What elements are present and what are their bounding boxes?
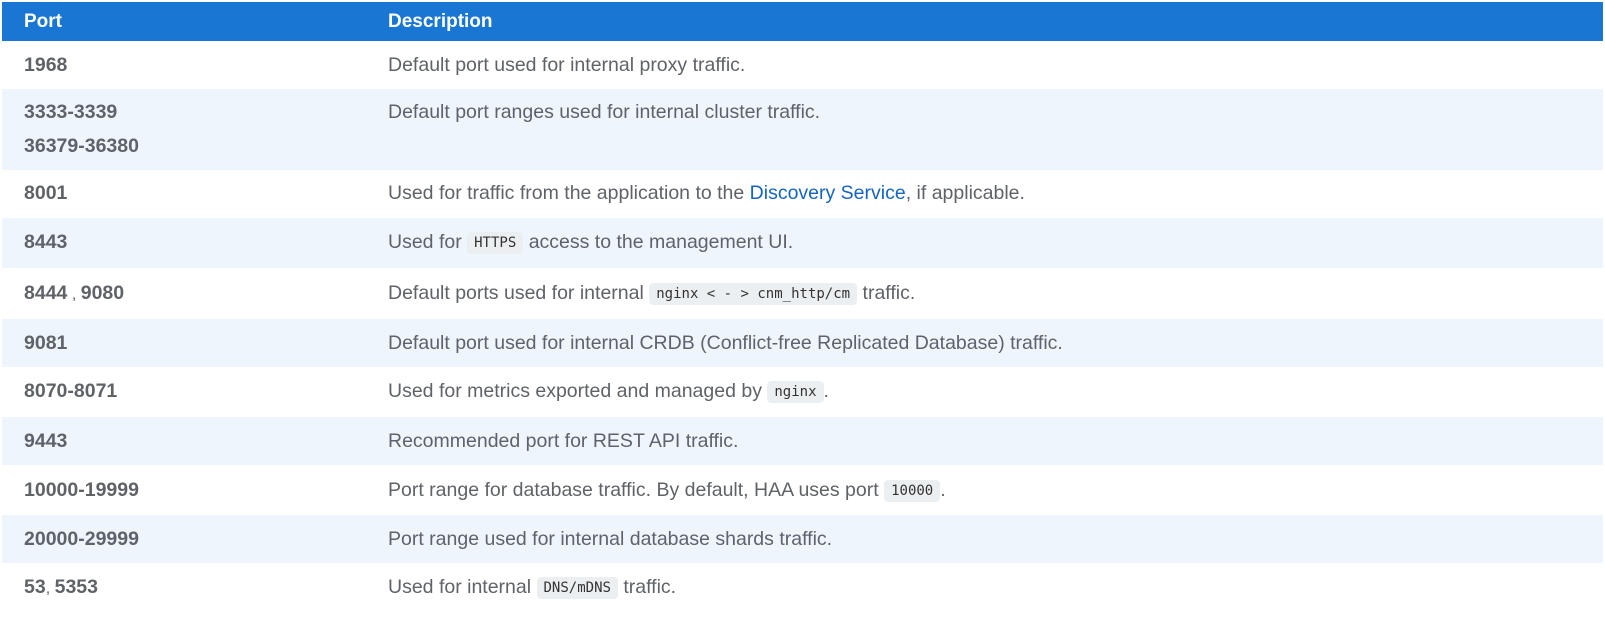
port-value: 8443 (24, 231, 68, 253)
table-row: 10000-19999 Port range for database traf… (2, 465, 1603, 515)
port-separator: , (67, 286, 81, 303)
table-row: 20000-29999 Port range used for internal… (2, 515, 1603, 563)
table-row: 1968 Default port used for internal prox… (2, 41, 1603, 89)
description-text: traffic. (617, 576, 677, 598)
inline-code: nginx (767, 381, 824, 403)
discovery-service-link[interactable]: Discovery Service (750, 182, 906, 204)
port-column-header: Port (2, 2, 366, 41)
port-value: 9080 (80, 282, 125, 304)
port-cell: 8001 (2, 170, 366, 218)
inline-code: DNS/mDNS (536, 577, 618, 599)
port-value: 3333-3339 (24, 101, 118, 123)
port-cell: 8070-8071 (2, 367, 366, 417)
port-value: 36379-36380 (24, 135, 139, 157)
port-value: 20000-29999 (24, 528, 139, 550)
description-text: Used for internal (388, 576, 537, 598)
port-value: 8070-8071 (24, 380, 118, 402)
port-value: 9443 (24, 430, 68, 452)
description-cell: Used for traffic from the application to… (366, 170, 1603, 218)
description-cell: Used for HTTPS access to the management … (366, 218, 1603, 268)
description-cell: Port range for database traffic. By defa… (366, 465, 1603, 515)
table-row: 8444 , 9080 Default ports used for inter… (2, 268, 1603, 319)
description-cell: Default ports used for internal nginx < … (366, 268, 1603, 319)
port-cell: 9081 (2, 319, 366, 367)
inline-code: nginx < - > cnm_http/cm (649, 283, 858, 305)
table-row: 8443 Used for HTTPS access to the manage… (2, 218, 1603, 268)
description-cell: Default port used for internal proxy tra… (366, 41, 1603, 89)
description-text: Used for (388, 231, 468, 253)
port-cell: 9443 (2, 417, 366, 465)
table-row: 9081 Default port used for internal CRDB… (2, 319, 1603, 367)
port-value: 8444 (24, 282, 68, 304)
description-text: Recommended port for REST API traffic. (388, 430, 739, 452)
description-cell: Default port ranges used for internal cl… (366, 89, 1603, 170)
ports-table-container: Port Description 1968 Default port used … (2, 2, 1603, 613)
description-text: Used for metrics exported and managed by (388, 380, 768, 402)
table-row: 8070-8071 Used for metrics exported and … (2, 367, 1603, 417)
description-text: , if applicable. (905, 182, 1025, 204)
header-row: Port Description (2, 2, 1603, 41)
description-cell: Used for metrics exported and managed by… (366, 367, 1603, 417)
port-cell: 1968 (2, 41, 366, 89)
port-value: 9081 (24, 332, 68, 354)
description-text: Default port used for internal proxy tra… (388, 54, 746, 76)
description-text: Default ports used for internal (388, 282, 650, 304)
description-text: Port range for database traffic. By defa… (388, 479, 885, 501)
port-value: 8001 (24, 182, 68, 204)
description-cell: Recommended port for REST API traffic. (366, 417, 1603, 465)
table-row: 9443 Recommended port for REST API traff… (2, 417, 1603, 465)
table-body: 1968 Default port used for internal prox… (2, 41, 1603, 613)
port-value: 53 (24, 576, 46, 598)
table-header: Port Description (2, 2, 1603, 41)
inline-code: 10000 (884, 480, 941, 502)
description-text: traffic. (857, 282, 916, 304)
port-cell: 8444 , 9080 (2, 268, 366, 319)
description-text: . (823, 380, 829, 402)
description-text: access to the management UI. (523, 231, 794, 253)
description-column-header: Description (366, 2, 1603, 41)
port-value: 1968 (24, 54, 68, 76)
port-cell: 10000-19999 (2, 465, 366, 515)
port-cell: 20000-29999 (2, 515, 366, 563)
description-cell: Port range used for internal database sh… (366, 515, 1603, 563)
port-cell: 8443 (2, 218, 366, 268)
port-value: 5353 (54, 576, 98, 598)
description-text: Port range used for internal database sh… (388, 528, 833, 550)
table-row: 53, 5353 Used for internal DNS/mDNS traf… (2, 563, 1603, 613)
description-text: Used for traffic from the application to… (388, 182, 750, 204)
table-row: 8001 Used for traffic from the applicati… (2, 170, 1603, 218)
ports-table: Port Description 1968 Default port used … (2, 2, 1603, 613)
description-text: . (940, 479, 946, 501)
port-value: 10000-19999 (24, 479, 139, 501)
port-separator: , (45, 580, 55, 597)
description-text: Default port used for internal CRDB (Con… (388, 332, 1063, 354)
description-cell: Used for internal DNS/mDNS traffic. (366, 563, 1603, 613)
port-cell: 53, 5353 (2, 563, 366, 613)
inline-code: HTTPS (467, 232, 524, 254)
port-cell: 3333-3339 36379-36380 (2, 89, 366, 170)
description-text: Default port ranges used for internal cl… (388, 101, 821, 123)
table-row: 3333-3339 36379-36380 Default port range… (2, 89, 1603, 170)
description-cell: Default port used for internal CRDB (Con… (366, 319, 1603, 367)
